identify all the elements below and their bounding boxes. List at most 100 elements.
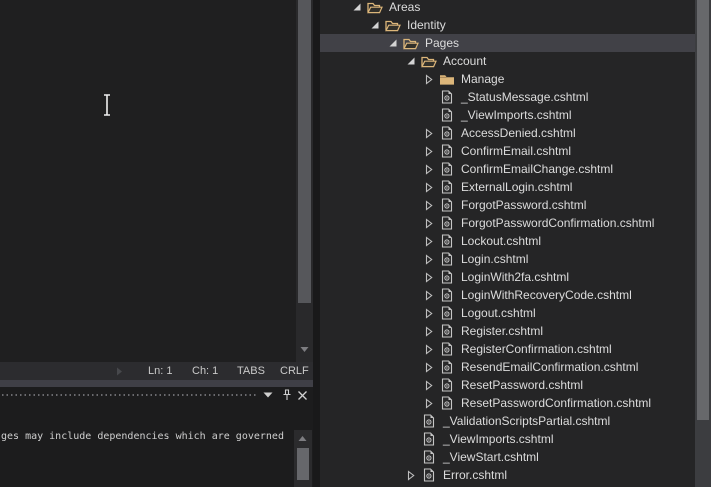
tree-item[interactable]: Error.cshtml <box>320 466 695 484</box>
chevron-collapsed-icon[interactable] <box>420 304 438 322</box>
razor-file-icon <box>420 412 438 430</box>
tree-item[interactable]: Register.cshtml <box>320 322 695 340</box>
tree-item[interactable]: Identity <box>320 16 695 34</box>
chevron-collapsed-icon[interactable] <box>420 124 438 142</box>
tree-item-label: _ViewImports.cshtml <box>443 432 554 446</box>
razor-file-icon <box>420 430 438 448</box>
tree-item[interactable]: _ViewImports.cshtml <box>320 106 695 124</box>
tree-item[interactable]: Pages <box>320 34 695 52</box>
tree-item[interactable]: _ValidationScriptsPartial.cshtml <box>320 412 695 430</box>
tree-vertical-scrollbar[interactable] <box>695 0 711 487</box>
scroll-up-icon[interactable] <box>298 435 307 442</box>
chevron-collapsed-icon[interactable] <box>420 178 438 196</box>
chevron-expanded-icon[interactable] <box>384 34 402 52</box>
tree-item[interactable]: _ViewStart.cshtml <box>320 448 695 466</box>
chevron-collapsed-icon[interactable] <box>420 358 438 376</box>
scrollbar-thumb[interactable] <box>297 448 309 480</box>
chevron-expanded-icon[interactable] <box>348 0 366 16</box>
tree-item-label: ResetPassword.cshtml <box>461 378 584 392</box>
tree-item[interactable]: Manage <box>320 70 695 88</box>
razor-file-icon <box>438 304 456 322</box>
editor-vertical-scrollbar[interactable] <box>296 0 313 362</box>
tree-item-label: ConfirmEmail.cshtml <box>461 144 572 158</box>
chevron-collapsed-icon[interactable] <box>420 376 438 394</box>
close-icon[interactable] <box>297 390 308 401</box>
chevron-collapsed-icon[interactable] <box>420 214 438 232</box>
tree-item[interactable]: ResendEmailConfirmation.cshtml <box>320 358 695 376</box>
tree-item-label: RegisterConfirmation.cshtml <box>461 342 612 356</box>
chevron-collapsed-icon[interactable] <box>420 160 438 178</box>
solution-explorer-tree[interactable]: Areas Identity Pages Account Manage _StatusMe… <box>320 0 695 487</box>
chevron-expanded-icon[interactable] <box>366 16 384 34</box>
chevron-collapsed-icon[interactable] <box>420 322 438 340</box>
tree-item-label: Register.cshtml <box>461 324 544 338</box>
scrollbar-thumb[interactable] <box>697 0 709 420</box>
status-column-number: Ch: 1 <box>192 365 219 377</box>
chevron-collapsed-icon[interactable] <box>420 268 438 286</box>
razor-file-icon <box>438 232 456 250</box>
tree-item[interactable]: ResetPassword.cshtml <box>320 376 695 394</box>
tree-item-label: Pages <box>425 36 460 50</box>
chevron-collapsed-icon[interactable] <box>420 196 438 214</box>
tree-item[interactable]: Login.cshtml <box>320 250 695 268</box>
chevron-collapsed-icon[interactable] <box>420 394 438 412</box>
scroll-down-icon[interactable] <box>300 346 309 353</box>
window-menu-icon[interactable] <box>263 392 273 398</box>
scrollbar-thumb[interactable] <box>298 0 311 303</box>
tree-item[interactable]: Logout.cshtml <box>320 304 695 322</box>
tree-item[interactable]: _ViewImports.cshtml <box>320 430 695 448</box>
tree-item-label: LoginWithRecoveryCode.cshtml <box>461 288 632 302</box>
razor-file-icon <box>438 124 456 142</box>
razor-file-icon <box>420 466 438 484</box>
razor-file-icon <box>438 286 456 304</box>
editor-pane[interactable] <box>0 0 296 362</box>
tree-item[interactable]: RegisterConfirmation.cshtml <box>320 340 695 358</box>
chevron-collapsed-icon[interactable] <box>420 232 438 250</box>
output-vertical-scrollbar[interactable] <box>294 430 312 487</box>
pin-icon[interactable] <box>281 389 293 402</box>
razor-file-icon <box>420 448 438 466</box>
tree-item[interactable]: ExternalLogin.cshtml <box>320 178 695 196</box>
razor-file-icon <box>438 268 456 286</box>
chevron-collapsed-icon[interactable] <box>402 466 420 484</box>
titlebar-grip-dots <box>2 394 256 396</box>
tree-item-label: Error.cshtml <box>443 468 508 482</box>
tree-item[interactable]: _StatusMessage.cshtml <box>320 88 695 106</box>
scroll-right-icon[interactable] <box>116 367 123 376</box>
razor-file-icon <box>438 340 456 358</box>
razor-file-icon <box>438 376 456 394</box>
tree-item[interactable]: ResetPasswordConfirmation.cshtml <box>320 394 695 412</box>
chevron-collapsed-icon[interactable] <box>420 70 438 88</box>
tree-item[interactable]: LoginWithRecoveryCode.cshtml <box>320 286 695 304</box>
tree-item[interactable]: ForgotPasswordConfirmation.cshtml <box>320 214 695 232</box>
output-panel-titlebar[interactable] <box>0 387 313 404</box>
razor-file-icon <box>438 214 456 232</box>
tree-item-label: AccessDenied.cshtml <box>461 126 576 140</box>
folder-open-icon <box>384 16 402 34</box>
tree-item[interactable]: Lockout.cshtml <box>320 232 695 250</box>
tree-item[interactable]: ConfirmEmailChange.cshtml <box>320 160 695 178</box>
tree-item-label: ResendEmailConfirmation.cshtml <box>461 360 639 374</box>
tree-item[interactable]: ForgotPassword.cshtml <box>320 196 695 214</box>
razor-file-icon <box>438 358 456 376</box>
status-indent-mode[interactable]: TABS <box>237 365 265 377</box>
tree-item[interactable]: Areas <box>320 0 695 16</box>
tree-item-label: Login.cshtml <box>461 252 529 266</box>
razor-file-icon <box>438 250 456 268</box>
window-border <box>0 380 313 387</box>
output-panel: ges may include dependencies which are g… <box>0 387 313 487</box>
chevron-collapsed-icon[interactable] <box>420 286 438 304</box>
tree-item-label: _StatusMessage.cshtml <box>461 90 589 104</box>
tree-item[interactable]: Account <box>320 52 695 70</box>
tree-item-label: Areas <box>389 0 421 14</box>
chevron-collapsed-icon[interactable] <box>420 250 438 268</box>
chevron-collapsed-icon[interactable] <box>420 142 438 160</box>
razor-file-icon <box>438 160 456 178</box>
chevron-collapsed-icon[interactable] <box>420 340 438 358</box>
chevron-expanded-icon[interactable] <box>402 52 420 70</box>
tree-item[interactable]: LoginWith2fa.cshtml <box>320 268 695 286</box>
tree-item[interactable]: AccessDenied.cshtml <box>320 124 695 142</box>
status-line-ending[interactable]: CRLF <box>280 365 309 377</box>
tree-item[interactable]: ConfirmEmail.cshtml <box>320 142 695 160</box>
